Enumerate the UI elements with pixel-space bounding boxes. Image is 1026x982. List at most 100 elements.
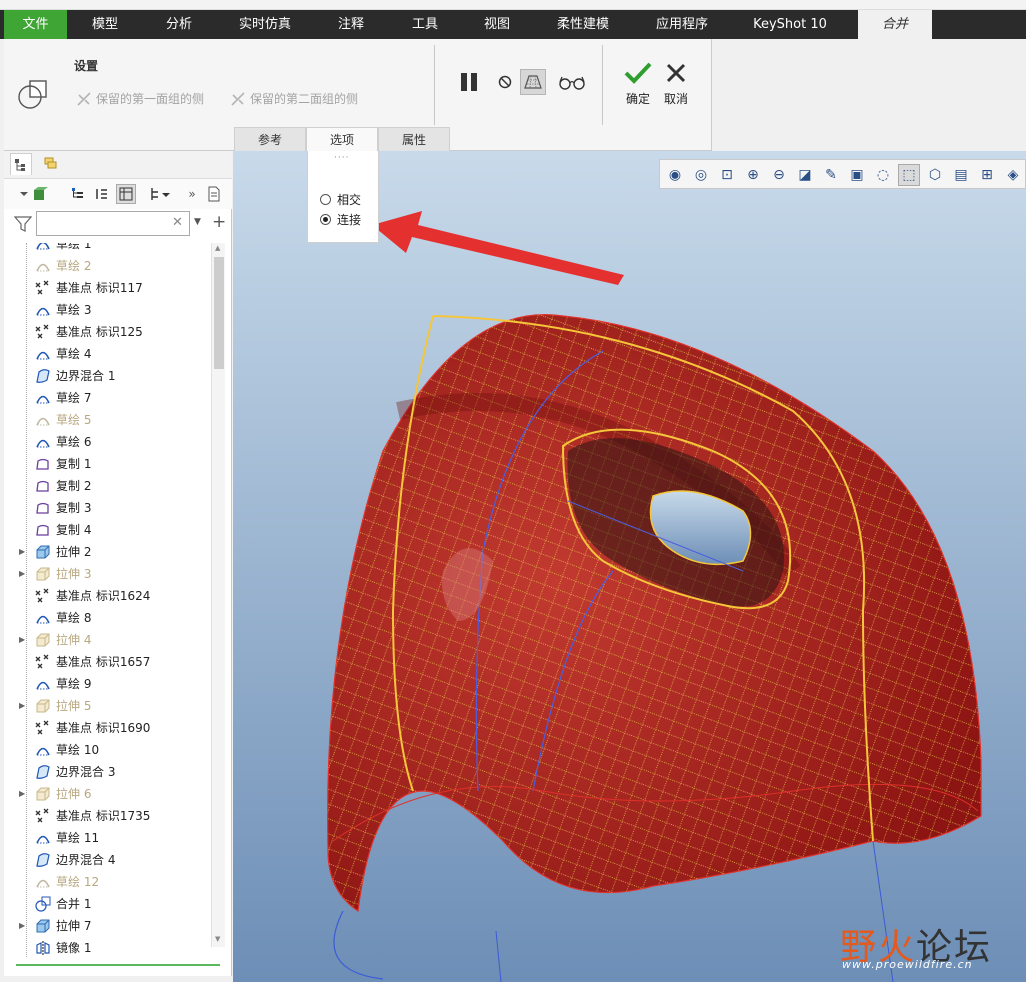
- tree-columns-button[interactable]: [92, 184, 112, 204]
- tree-item-label: 拉伸 3: [56, 567, 92, 581]
- clear-search-icon[interactable]: ✕: [172, 215, 183, 230]
- tree-properties-button[interactable]: [204, 184, 224, 204]
- menu-file[interactable]: 文件: [4, 10, 67, 39]
- expand-arrow-icon[interactable]: ▶: [19, 783, 25, 805]
- menu-tools[interactable]: 工具: [392, 10, 458, 39]
- tree-item[interactable]: 边界混合 4: [4, 849, 212, 871]
- tree-item[interactable]: 基准点 标识1624: [4, 585, 212, 607]
- tree-root-dropdown[interactable]: [16, 184, 50, 204]
- tree-item[interactable]: 草绘 5: [4, 409, 212, 431]
- verify-mode-button[interactable]: [556, 69, 588, 95]
- expand-arrow-icon[interactable]: ▶: [19, 563, 25, 585]
- tree-item[interactable]: 草绘 6: [4, 431, 212, 453]
- radio-join[interactable]: [320, 214, 331, 225]
- display-style-icon[interactable]: ▣: [846, 164, 868, 186]
- saved-views-icon[interactable]: ◉: [664, 164, 686, 186]
- option-join[interactable]: 连接: [320, 211, 361, 229]
- tree-item[interactable]: 草绘 12: [4, 871, 212, 893]
- tree-item[interactable]: 基准点 标识1657: [4, 651, 212, 673]
- tree-item[interactable]: 合并 1: [4, 893, 212, 915]
- refit-view-icon[interactable]: ◎: [690, 164, 712, 186]
- tree-item[interactable]: 草绘 4: [4, 343, 212, 365]
- perspective-icon[interactable]: ◌: [872, 164, 894, 186]
- cancel-button[interactable]: 取消: [656, 61, 696, 107]
- scroll-down-icon[interactable]: ▼: [215, 935, 220, 943]
- second-quilt-side-collector[interactable]: 保留的第二面组的侧: [230, 90, 358, 108]
- tree-item[interactable]: 边界混合 3: [4, 761, 212, 783]
- tab-references[interactable]: 参考: [234, 127, 306, 151]
- panel-grip[interactable]: ····: [334, 153, 349, 163]
- menu-analysis[interactable]: 分析: [146, 10, 212, 39]
- menu-annotate[interactable]: 注释: [318, 10, 384, 39]
- menu-keyshot[interactable]: KeyShot 10: [744, 10, 836, 39]
- expand-arrow-icon[interactable]: ▶: [19, 915, 25, 937]
- zoom-in-icon[interactable]: ⊕: [742, 164, 764, 186]
- tree-item[interactable]: ▶ 拉伸 4: [4, 629, 212, 651]
- tree-item[interactable]: 草绘 1: [4, 243, 212, 255]
- zoom-to-window-icon[interactable]: ⊡: [716, 164, 738, 186]
- first-quilt-side-collector[interactable]: 保留的第一面组的侧: [76, 90, 204, 108]
- menu-merge[interactable]: 合并: [858, 10, 932, 39]
- datum-display-icon[interactable]: ⬡: [924, 164, 946, 186]
- tree-item[interactable]: 基准点 标识125: [4, 321, 212, 343]
- tree-item[interactable]: 复制 4: [4, 519, 212, 541]
- second-quilt-side-label: 保留的第二面组的侧: [250, 92, 359, 106]
- tree-item[interactable]: 基准点 标识1690: [4, 717, 212, 739]
- tree-item[interactable]: ▶ 拉伸 7: [4, 915, 212, 937]
- tree-item[interactable]: ▶ 拉伸 6: [4, 783, 212, 805]
- geometry-preview-button[interactable]: [520, 69, 546, 95]
- zoom-out-icon[interactable]: ⊖: [768, 164, 790, 186]
- tree-scrollbar[interactable]: ▲ ▼: [211, 243, 225, 947]
- menu-live-simulation[interactable]: 实时仿真: [226, 10, 304, 39]
- tree-item[interactable]: 草绘 11: [4, 827, 212, 849]
- layer-tree-tab[interactable]: [40, 153, 62, 175]
- reorient-icon[interactable]: ✎: [820, 164, 842, 186]
- add-filter-button[interactable]: +: [212, 212, 226, 232]
- tab-properties[interactable]: 属性: [378, 127, 450, 151]
- expand-arrow-icon[interactable]: ▶: [19, 629, 25, 651]
- tree-item[interactable]: 复制 2: [4, 475, 212, 497]
- menu-flexible-modeling[interactable]: 柔性建模: [544, 10, 622, 39]
- no-preview-button[interactable]: [492, 69, 518, 95]
- pause-button[interactable]: [456, 69, 482, 95]
- model-tree-tab[interactable]: [10, 153, 32, 175]
- show-tree-button[interactable]: [68, 184, 88, 204]
- tree-item[interactable]: 边界混合 1: [4, 365, 212, 387]
- scrollbar-thumb[interactable]: [214, 257, 224, 369]
- tree-item[interactable]: 镜像 1: [4, 937, 212, 959]
- expand-arrow-icon[interactable]: ▶: [19, 541, 25, 563]
- tree-item[interactable]: 草绘 7: [4, 387, 212, 409]
- chevron-down-icon[interactable]: ▼: [194, 217, 201, 227]
- tree-filter-toggle-button[interactable]: [116, 184, 136, 204]
- tree-item[interactable]: 复制 1: [4, 453, 212, 475]
- annotation-display-icon[interactable]: ▤: [950, 164, 972, 186]
- tree-item[interactable]: ▶ 拉伸 3: [4, 563, 212, 585]
- menu-applications[interactable]: 应用程序: [642, 10, 722, 39]
- menu-view[interactable]: 视图: [464, 10, 530, 39]
- tree-search-input[interactable]: [36, 211, 190, 236]
- tree-item[interactable]: 基准点 标识117: [4, 277, 212, 299]
- tree-item[interactable]: 草绘 10: [4, 739, 212, 761]
- tree-item[interactable]: 草绘 9: [4, 673, 212, 695]
- menu-model[interactable]: 模型: [72, 10, 138, 39]
- expand-arrow-icon[interactable]: ▶: [19, 695, 25, 717]
- repaint-icon[interactable]: ◪: [794, 164, 816, 186]
- ok-button[interactable]: 确定: [618, 61, 658, 107]
- tab-options[interactable]: 选项: [306, 127, 378, 151]
- tree-item[interactable]: 基准点 标识1735: [4, 805, 212, 827]
- scroll-up-icon[interactable]: ▲: [215, 244, 220, 252]
- tree-item[interactable]: 复制 3: [4, 497, 212, 519]
- spin-center-icon[interactable]: ⊞: [976, 164, 998, 186]
- tree-item[interactable]: 草绘 2: [4, 255, 212, 277]
- tree-item[interactable]: ▶ 拉伸 5: [4, 695, 212, 717]
- option-intersect[interactable]: 相交: [320, 191, 361, 209]
- tree-settings-button[interactable]: [148, 184, 172, 204]
- filter-icon[interactable]: [14, 215, 32, 233]
- tree-item[interactable]: 草绘 3: [4, 299, 212, 321]
- more-button[interactable]: »: [182, 184, 202, 204]
- appearance-icon[interactable]: ◈: [1002, 164, 1024, 186]
- tree-item[interactable]: 草绘 8: [4, 607, 212, 629]
- named-view-icon[interactable]: ⬚: [898, 164, 920, 186]
- tree-item[interactable]: ▶ 拉伸 2: [4, 541, 212, 563]
- radio-intersect[interactable]: [320, 194, 331, 205]
